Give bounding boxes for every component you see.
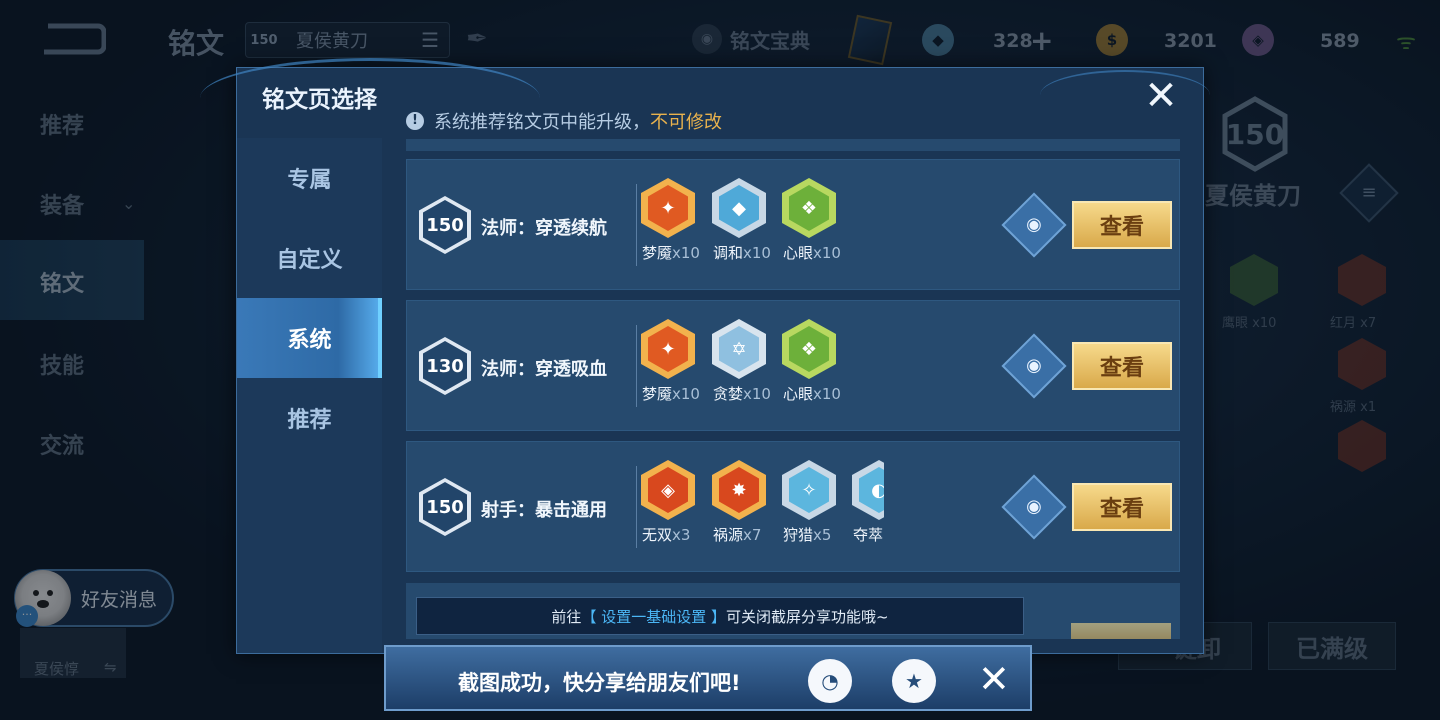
close-icon[interactable]: ✕ xyxy=(1142,76,1180,116)
tab-recommend[interactable]: 推荐 xyxy=(237,378,382,458)
rune-label: 心眼x10 xyxy=(783,383,841,404)
rune-label: 梦魇x10 xyxy=(642,242,700,263)
decorative-swirl xyxy=(1040,70,1210,120)
rune-label: 狩猎x5 xyxy=(783,524,831,545)
rune-count: x10 xyxy=(743,244,771,262)
nightmare-rune-icon: ✦ xyxy=(641,178,697,240)
rune-count: x10 xyxy=(813,244,841,262)
rune-name: 心眼 xyxy=(783,244,814,262)
level-text: 130 xyxy=(423,341,467,391)
share-toast: 截图成功，快分享给朋友们吧! ◔ ★ ✕ xyxy=(384,645,1032,711)
rune-page-row[interactable]: 130 法师：穿透吸血 ✦ 梦魇x10 ✡ 贪婪x10 ❖ 心眼x10 ◉ 查看 xyxy=(406,300,1180,431)
rune-name: 夺萃 xyxy=(853,526,884,544)
rune-page-list: 150 法师：穿透续航 ✦ 梦魇x10 ◆ 调和x10 ❖ 心眼x10 ◉ 查看… xyxy=(406,139,1180,639)
eye-icon: ◉ xyxy=(1026,214,1042,235)
rune-name: 调和 xyxy=(713,244,744,262)
rune-label: 贪婪x10 xyxy=(713,383,771,404)
list-top-edge xyxy=(406,139,1180,151)
level-badge: 150 xyxy=(419,196,471,254)
tip-prefix: 前往 xyxy=(551,607,582,626)
level-badge: 130 xyxy=(419,337,471,395)
preview-button[interactable]: ◉ xyxy=(1001,474,1067,540)
nightmare-rune-icon: ✦ xyxy=(641,319,697,381)
modal-title: 铭文页选择 xyxy=(262,87,377,113)
level-text: 150 xyxy=(423,200,467,250)
rune-count: x5 xyxy=(813,526,832,544)
divider xyxy=(636,325,637,407)
rune-label: 心眼x10 xyxy=(783,242,841,263)
rune-page-row[interactable]: 150 法师：穿透续航 ✦ 梦魇x10 ◆ 调和x10 ❖ 心眼x10 ◉ 查看 xyxy=(406,159,1180,290)
calamity-rune-icon: ✸ xyxy=(712,460,768,522)
mind-eye-rune-icon: ❖ xyxy=(782,178,838,240)
view-button[interactable]: 查看 xyxy=(1072,201,1172,249)
info-icon: ! xyxy=(406,112,424,130)
level-text: 150 xyxy=(423,482,467,532)
notice: ! 系统推荐铭文页中能升级， 不可修改 xyxy=(406,108,722,134)
tab-custom[interactable]: 自定义 xyxy=(237,218,382,298)
divider xyxy=(636,184,637,266)
rune-count: x7 xyxy=(743,526,762,544)
mind-eye-rune-icon: ❖ xyxy=(782,319,838,381)
rune-count: x10 xyxy=(813,385,841,403)
notice-warning: 不可修改 xyxy=(650,112,722,133)
rune-page-name: 法师：穿透续航 xyxy=(481,218,607,239)
eye-icon: ◉ xyxy=(1026,496,1042,517)
level-badge: 150 xyxy=(419,478,471,536)
rune-name: 无双 xyxy=(642,526,673,544)
tab-list: 专属 自定义 系统 推荐 xyxy=(237,138,382,653)
rune-page-row[interactable]: 150 射手：暴击通用 ◈ 无双x3 ✸ 祸源x7 ✧ 狩猎x5 ◐ 夺萃 ◉ … xyxy=(406,441,1180,572)
rune-name: 祸源 xyxy=(713,526,744,544)
preview-button[interactable]: ◉ xyxy=(1001,192,1067,258)
rune-name: 梦魇 xyxy=(642,385,673,403)
harmony-rune-icon: ◆ xyxy=(712,178,768,240)
peerless-rune-icon: ◈ xyxy=(641,460,697,522)
tip-suffix: 可关闭截屏分享功能哦~ xyxy=(725,607,889,626)
preview-button[interactable]: ◉ xyxy=(1001,333,1067,399)
rune-label: 夺萃 xyxy=(853,524,883,545)
close-icon[interactable]: ✕ xyxy=(978,659,1010,699)
rune-count: x10 xyxy=(743,385,771,403)
tab-exclusive[interactable]: 专属 xyxy=(237,138,382,218)
rune-name: 狩猎 xyxy=(783,526,814,544)
rune-count: x10 xyxy=(672,244,700,262)
view-button-partial[interactable] xyxy=(1071,623,1171,639)
rune-count: x10 xyxy=(672,385,700,403)
rune-page-name: 射手：暴击通用 xyxy=(481,500,607,521)
rune-page-name: 法师：穿透吸血 xyxy=(481,359,607,380)
rune-name: 贪婪 xyxy=(713,385,744,403)
notice-text: 系统推荐铭文页中能升级， xyxy=(434,112,650,133)
tab-system[interactable]: 系统 xyxy=(237,298,382,378)
rune-count: x3 xyxy=(672,526,691,544)
view-button[interactable]: 查看 xyxy=(1072,342,1172,390)
rune-label: 祸源x7 xyxy=(713,524,761,545)
eye-icon: ◉ xyxy=(1026,355,1042,376)
rune-label: 梦魇x10 xyxy=(642,383,700,404)
qzone-share-icon[interactable]: ★ xyxy=(892,659,936,703)
rune-overflow-clip: ◐ 夺萃 xyxy=(852,460,884,550)
tip-settings-link[interactable]: 【 设置一基础设置 】 xyxy=(581,606,726,627)
share-message: 截图成功，快分享给朋友们吧! xyxy=(458,671,741,695)
rune-label: 无双x3 xyxy=(642,524,690,545)
divider xyxy=(636,466,637,548)
rune-name: 梦魇 xyxy=(642,244,673,262)
hunt-rune-icon: ✧ xyxy=(782,460,838,522)
qq-share-icon[interactable]: ◔ xyxy=(808,659,852,703)
plunder-rune-icon: ◐ xyxy=(852,460,884,522)
share-settings-tip: 前往 【 设置一基础设置 】 可关闭截屏分享功能哦~ xyxy=(416,597,1024,635)
view-button[interactable]: 查看 xyxy=(1072,483,1172,531)
greed-rune-icon: ✡ xyxy=(712,319,768,381)
rune-label: 调和x10 xyxy=(713,242,771,263)
rune-name: 心眼 xyxy=(783,385,814,403)
